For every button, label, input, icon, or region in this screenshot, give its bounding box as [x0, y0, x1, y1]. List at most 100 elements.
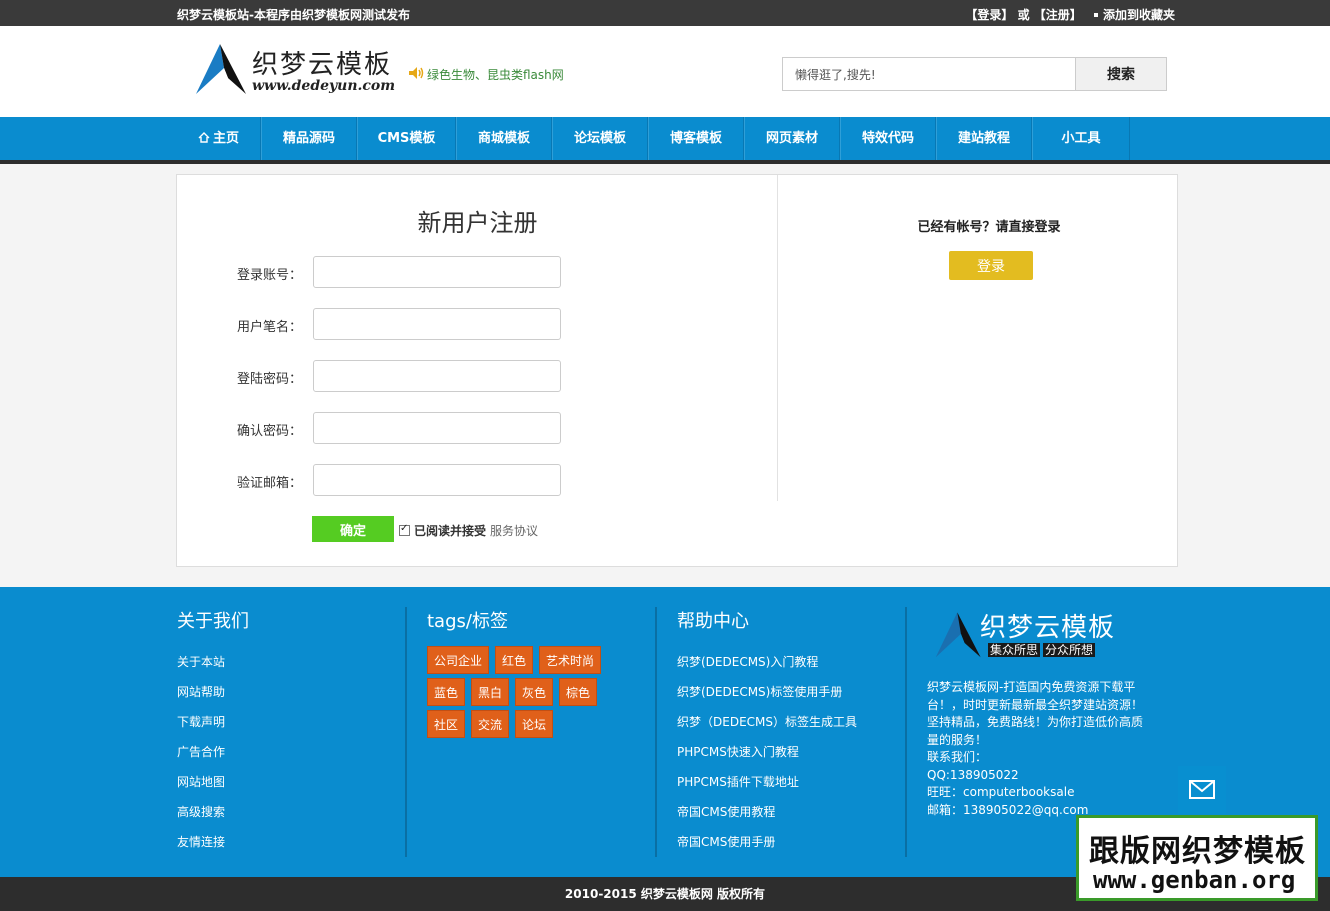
- footer-link[interactable]: 高级搜索: [177, 803, 249, 833]
- slogan-part: 集众所思: [988, 643, 1041, 657]
- footer-link[interactable]: 网站地图: [177, 773, 249, 803]
- register-title: 新用户注册: [417, 209, 538, 237]
- tag[interactable]: 社区: [427, 710, 466, 738]
- footer-logo: 织梦云模板 集众所思 分众所想: [934, 605, 1134, 663]
- watermark-url: www.genban.org: [1093, 866, 1296, 894]
- nav-item-tutorial[interactable]: 建站教程: [936, 117, 1032, 160]
- footer-link[interactable]: 网站帮助: [177, 683, 249, 713]
- footer-link[interactable]: 织梦(DEDECMS)标签使用手册: [677, 683, 857, 713]
- watermark-title: 跟版网织梦模板: [1089, 834, 1306, 869]
- footer-divider: [405, 607, 407, 857]
- account-input[interactable]: [313, 256, 561, 288]
- confirm-password-input[interactable]: [313, 412, 561, 444]
- top-register-link[interactable]: 【注册】: [1034, 8, 1082, 22]
- bullet-icon: [1093, 12, 1098, 17]
- nav-item-forum[interactable]: 论坛模板: [552, 117, 648, 160]
- confirm-password-label: 确认密码：: [237, 424, 303, 439]
- scrolling-news[interactable]: 绿色生物、昆虫类flash网: [427, 66, 564, 83]
- envelope-icon: [1189, 780, 1215, 799]
- nav-item-source[interactable]: 精品源码: [261, 117, 357, 160]
- agree-label: 已阅读并接受: [414, 524, 487, 538]
- top-login-link[interactable]: 【登录】: [965, 8, 1013, 22]
- footer-link[interactable]: PHPCMS插件下载地址: [677, 773, 857, 803]
- nav-item-tools[interactable]: 小工具: [1032, 117, 1130, 160]
- footer-slogan: 集众所思 分众所想: [988, 641, 1098, 658]
- tag[interactable]: 艺术时尚: [539, 646, 602, 674]
- password-input[interactable]: [313, 360, 561, 392]
- nav-item-cms[interactable]: CMS模板: [357, 117, 456, 160]
- nav-label: 建站教程: [957, 131, 1010, 146]
- footer-qq: QQ:138905022: [927, 767, 1019, 782]
- footer-link[interactable]: 帝国CMS使用教程: [677, 803, 857, 833]
- footer-divider: [655, 607, 657, 857]
- logo-url: www.dedeyun.com: [252, 78, 396, 94]
- logo-title: 织梦云模板: [252, 50, 393, 80]
- nav-item-material[interactable]: 网页素材: [744, 117, 840, 160]
- email-input[interactable]: [313, 464, 561, 496]
- tag[interactable]: 蓝色: [427, 678, 466, 706]
- footer-tags-title: tags/标签: [427, 611, 508, 632]
- footer-contact-label: 联系我们：: [927, 750, 988, 764]
- register-form: 新用户注册 登录账号： 用户笔名： 登陆密码： 确认密码： 验证邮箱：: [177, 175, 778, 501]
- search-button[interactable]: 搜索: [1075, 57, 1167, 91]
- top-links: 【登录】 或 【注册】 添加到收藏夹: [965, 6, 1175, 23]
- nav-item-blog[interactable]: 博客模板: [648, 117, 744, 160]
- tag[interactable]: 棕色: [559, 678, 598, 706]
- nav-item-shop[interactable]: 商城模板: [456, 117, 552, 160]
- tag[interactable]: 灰色: [515, 678, 554, 706]
- penname-label: 用户笔名：: [237, 320, 303, 335]
- nav-item-home[interactable]: 主页: [177, 117, 261, 160]
- agree-terms: 已阅读并接受服务协议: [399, 522, 538, 539]
- footer-about-text: 织梦云模板网-打造国内免费资源下载平台！，时时更新最新最全织梦建站资源！坚持精品…: [927, 679, 1151, 819]
- nav-label: 博客模板: [669, 131, 722, 146]
- account-label: 登录账号：: [237, 268, 303, 283]
- bookmark-link[interactable]: 添加到收藏夹: [1103, 8, 1175, 22]
- slogan-part: 分众所想: [1043, 643, 1096, 657]
- footer-link[interactable]: 织梦(DEDECMS)入门教程: [677, 653, 857, 683]
- footer-tags: tags/标签 公司企业 红色 艺术时尚 蓝色 黑白 灰色 棕色 社区 交流 论…: [427, 607, 647, 857]
- nav-label: 精品源码: [282, 131, 335, 146]
- footer-link[interactable]: 织梦（DEDECMS）标签生成工具: [677, 713, 857, 743]
- footer-help: 帮助中心 织梦(DEDECMS)入门教程 织梦(DEDECMS)标签使用手册 织…: [677, 607, 857, 857]
- tos-link[interactable]: 服务协议: [490, 524, 538, 538]
- nav-label: 商城模板: [477, 131, 530, 146]
- search-box: 搜索: [782, 57, 1167, 91]
- footer-intro: 织梦云模板网-打造国内免费资源下载平台！，时时更新最新最全织梦建站资源！坚持精品…: [927, 680, 1144, 747]
- nav-label: 论坛模板: [573, 131, 626, 146]
- register-panel: 新用户注册 登录账号： 用户笔名： 登陆密码： 确认密码： 验证邮箱： 确定 已…: [176, 174, 1178, 567]
- nav-item-effects[interactable]: 特效代码: [840, 117, 936, 160]
- footer-link[interactable]: 下载声明: [177, 713, 249, 743]
- watermark-badge: 跟版网织梦模板 www.genban.org: [1076, 815, 1318, 901]
- tag[interactable]: 论坛: [515, 710, 554, 738]
- footer-logo-title: 织梦云模板: [980, 613, 1116, 643]
- footer-help-title: 帮助中心: [677, 611, 749, 632]
- footer-link[interactable]: 帝国CMS使用手册: [677, 833, 857, 863]
- nav-label: 网页素材: [765, 131, 818, 146]
- submit-button[interactable]: 确定: [312, 516, 394, 542]
- message-button[interactable]: [1178, 766, 1226, 814]
- footer-link[interactable]: 关于本站: [177, 653, 249, 683]
- penname-input[interactable]: [313, 308, 561, 340]
- tag[interactable]: 公司企业: [427, 646, 490, 674]
- nav-label: 特效代码: [861, 131, 914, 146]
- home-icon: [198, 132, 210, 143]
- search-input[interactable]: [782, 57, 1075, 91]
- footer-link[interactable]: 广告合作: [177, 743, 249, 773]
- site-notice: 织梦云模板站-本程序由织梦模板网测试发布: [177, 8, 410, 22]
- logo-mark-icon: [196, 44, 246, 94]
- tag[interactable]: 红色: [495, 646, 534, 674]
- footer-link[interactable]: PHPCMS快速入门教程: [677, 743, 857, 773]
- main-nav: 主页 精品源码 CMS模板 商城模板 论坛模板 博客模板 网页素材 特效代码 建…: [0, 117, 1330, 164]
- password-label: 登陆密码：: [237, 372, 303, 387]
- login-button[interactable]: 登录: [949, 251, 1033, 280]
- site-logo[interactable]: 织梦云模板 www.dedeyun.com: [194, 38, 404, 98]
- tag[interactable]: 交流: [471, 710, 510, 738]
- footer-about: 关于我们 关于本站 网站帮助 下载声明 广告合作 网站地图 高级搜索 友情连接: [177, 607, 249, 857]
- login-prompt: 已经有帐号？请直接登录: [917, 220, 1061, 235]
- header: 织梦云模板 www.dedeyun.com 绿色生物、昆虫类flash网 搜索: [0, 26, 1330, 117]
- agree-checkbox[interactable]: [399, 523, 410, 536]
- tag[interactable]: 黑白: [471, 678, 510, 706]
- email-label: 验证邮箱：: [237, 476, 303, 491]
- footer-link[interactable]: 友情连接: [177, 833, 249, 863]
- nav-label: CMS模板: [377, 131, 436, 146]
